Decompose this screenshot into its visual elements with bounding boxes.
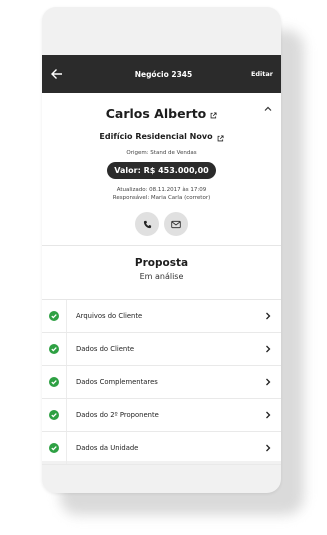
app-header: Negócio 2345 Editar xyxy=(42,55,281,93)
list-item-label: Arquivos do Cliente xyxy=(76,312,143,320)
external-link-icon[interactable] xyxy=(217,127,224,146)
row-separator xyxy=(66,399,67,431)
deal-details: Carlos Alberto Edifício Residencial Novo xyxy=(42,93,281,465)
list-item-label: Dados do Cliente xyxy=(76,345,135,353)
list-item-label: Dados da Unidade xyxy=(76,444,139,452)
check-circle-icon xyxy=(42,410,66,420)
phone-frame: Negócio 2345 Editar Carlos Alberto Edifí… xyxy=(42,7,281,493)
check-circle-icon xyxy=(42,311,66,321)
chevron-right-icon xyxy=(263,444,273,452)
proposal-section: Proposta Em análise xyxy=(42,246,281,299)
updated-text: Atualizado: 08.11.2017 às 17:09 xyxy=(116,187,207,193)
check-circle-icon xyxy=(42,377,66,387)
proposal-status: Em análise xyxy=(139,272,184,281)
chevron-right-icon xyxy=(263,345,273,353)
list-item-label: Dados do 2º Proponente xyxy=(76,411,159,419)
list-item-second-applicant[interactable]: Dados do 2º Proponente xyxy=(42,399,281,432)
list-item-label: Dados Complementares xyxy=(76,378,158,386)
edit-button[interactable]: Editar xyxy=(251,70,273,78)
list-item-client-files[interactable]: Arquivos do Cliente xyxy=(42,300,281,333)
client-name: Carlos Alberto xyxy=(105,106,207,121)
back-arrow-icon[interactable] xyxy=(44,55,70,93)
row-separator xyxy=(66,300,67,332)
chevron-right-icon xyxy=(263,378,273,386)
external-link-icon[interactable] xyxy=(210,104,217,123)
check-circle-icon xyxy=(42,344,66,354)
list-item-unit-data[interactable]: Dados da Unidade xyxy=(42,432,281,465)
value-badge: Valor: R$ 453.000,00 xyxy=(107,162,216,179)
phone-icon xyxy=(143,220,151,228)
row-separator xyxy=(66,366,67,398)
client-summary: Carlos Alberto Edifício Residencial Novo xyxy=(42,93,281,236)
origin-text: Origem: Stand de Vendas xyxy=(126,150,197,156)
row-separator xyxy=(66,333,67,365)
building-name: Edifício Residencial Novo xyxy=(99,132,213,141)
chevron-right-icon xyxy=(263,411,273,419)
email-button[interactable] xyxy=(164,212,188,236)
chevron-right-icon xyxy=(263,312,273,320)
mail-icon xyxy=(171,220,181,228)
section-list: Arquivos do Cliente Dados do Cliente Dad… xyxy=(42,299,281,465)
list-item-client-data[interactable]: Dados do Cliente xyxy=(42,333,281,366)
row-separator xyxy=(66,432,67,464)
proposal-title: Proposta xyxy=(134,257,189,269)
page-title: Negócio 2345 xyxy=(134,69,193,79)
list-item-complementary-data[interactable]: Dados Complementares xyxy=(42,366,281,399)
check-circle-icon xyxy=(42,443,66,453)
chevron-up-icon[interactable] xyxy=(263,99,273,111)
responsible-text: Responsável: Maria Carla (corretor) xyxy=(112,195,211,201)
phone-button[interactable] xyxy=(135,212,159,236)
